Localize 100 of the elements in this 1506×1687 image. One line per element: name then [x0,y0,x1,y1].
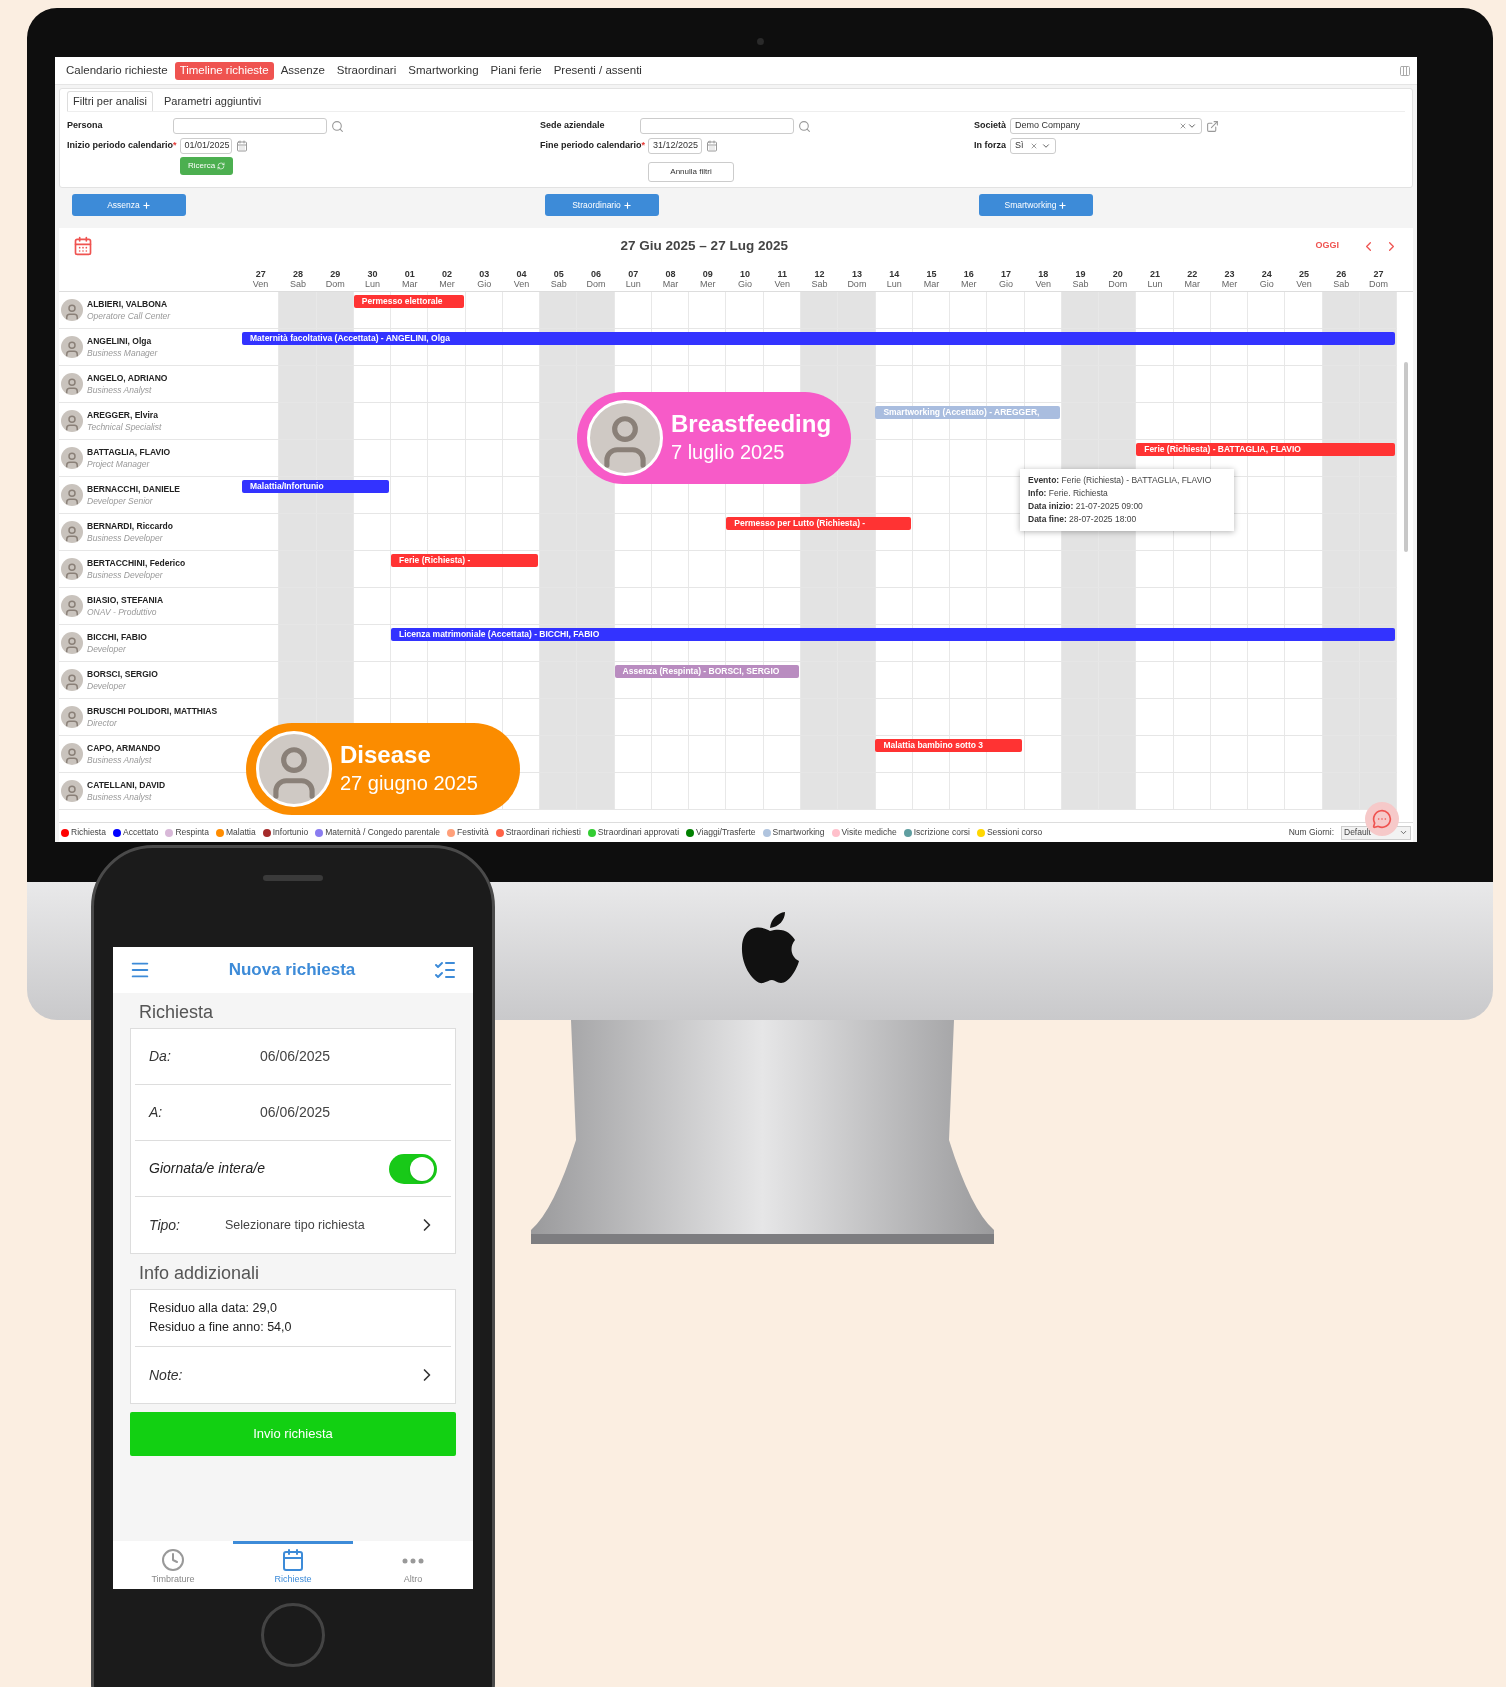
tab[interactable]: Smartworking [403,61,484,80]
day-name: Sab [1333,279,1350,289]
date-field[interactable]: 01/01/2025 [179,138,232,154]
employee-role: Business Analyst [87,754,153,766]
search-icon[interactable] [798,119,811,133]
callout-title: Disease [340,741,432,769]
day-name: Lun [625,279,641,289]
caret-icon[interactable] [1041,141,1051,151]
avatar [61,373,83,395]
day-number: 01 [404,269,415,279]
day-name: Ven [1035,279,1051,289]
field-label: Giornata/e intera/e [149,1159,266,1178]
field-label: Da: [149,1047,172,1066]
employee-role: Operatore Call Center [87,310,171,322]
calendar-icon[interactable] [235,140,248,152]
tab[interactable]: Presenti / assenti [548,61,647,80]
caret-icon[interactable] [1399,828,1408,837]
day-number: 09 [702,269,713,279]
day-number: 23 [1224,269,1235,279]
avatar [61,336,83,358]
caret-icon[interactable] [1187,121,1197,131]
location-field[interactable] [640,118,794,134]
tab[interactable]: Timeline richieste [174,61,274,80]
date-value[interactable]: 06/06/2025 [260,1102,331,1123]
columns-icon[interactable] [1399,64,1411,77]
event-bar[interactable]: Malattia/Infortunio [242,480,390,493]
filter-tab[interactable]: Filtri per analisi [67,91,153,111]
legend-label: Smartworking [772,826,825,839]
home-button[interactable] [261,1603,325,1667]
type-select[interactable]: Selezionare tipo richiesta [225,1215,417,1235]
employee-role: Business Analyst [87,791,153,803]
day-name: Dom [325,279,345,289]
section-title: Richiesta [139,1001,215,1024]
day-name: Mer [1221,279,1238,289]
reset-filters-button[interactable]: Annulla filtri [648,162,734,182]
calendar-icon[interactable] [73,236,93,256]
event-bar[interactable]: Maternità facoltativa (Accettata) - ANGELINI, Olga [242,332,1395,345]
day-number: 26 [1336,269,1347,279]
event-bar[interactable]: Ferie (Richiesta) - [391,554,539,567]
tab[interactable]: Straordinari [331,61,402,80]
employee-role: Developer [87,680,127,692]
event-bar[interactable]: Ferie (Richiesta) - BATTAGLIA, FLAVIO [1136,443,1395,456]
tab[interactable]: Calendario richieste [61,61,173,80]
section-title: Info addizionali [139,1262,261,1285]
employee-name: BERNARDI, Riccardo [87,520,173,532]
clear-icon[interactable] [1030,142,1038,150]
employee-name: BIASIO, STEFANIA [87,594,164,606]
day-name: Dom [1369,279,1389,289]
persona-field[interactable] [173,118,327,134]
employee-name: BRUSCHI POLIDORI, MATTHIAS [87,705,218,717]
day-number: 30 [367,269,378,279]
tab[interactable]: Assenze [275,61,330,80]
nav-tab[interactable]: Timbrature [113,1541,233,1589]
day-number: 07 [628,269,639,279]
event-bar[interactable]: Licenza matrimoniale (Accettata) - BICCHI, FABIO [391,628,1395,641]
calendar-icon[interactable] [706,140,719,152]
scrollbar[interactable] [1404,362,1408,552]
open-icon[interactable] [1206,119,1219,133]
logo-icon [739,911,801,985]
day-name: Sab [811,279,828,289]
plus-icon [141,200,151,210]
search-icon[interactable] [331,119,344,133]
day-number: 08 [665,269,676,279]
avatar [61,299,83,321]
field-label: Persona [67,119,104,133]
day-number: 21 [1150,269,1160,279]
event-bar[interactable]: Malattia bambino sotto 3 [875,739,1023,752]
date-field[interactable]: 31/12/2025 [648,138,703,154]
filter-tab[interactable]: Parametri aggiuntivi [158,91,267,111]
add-button[interactable]: Straordinario [545,194,659,216]
date-value[interactable]: 06/06/2025 [260,1046,331,1067]
avatar [61,558,83,580]
tab[interactable]: Piani ferie [485,61,547,80]
refresh-icon [217,162,226,170]
add-button[interactable]: Assenza [72,194,186,216]
field-label: In forza [974,139,1007,153]
day-number: 10 [740,269,751,279]
day-name: Mar [1184,279,1200,289]
event-bar[interactable]: Permesso per Lutto (Richiesta) - [726,517,911,530]
clock-icon [161,1547,185,1572]
add-button[interactable]: Smartworking [979,194,1093,216]
employee-role: Business Developer [87,532,164,544]
active-select[interactable]: Sì [1010,138,1056,154]
nav-tab[interactable]: Altro [353,1541,473,1589]
day-name: Sab [550,279,567,289]
day-number: 28 [292,269,303,279]
field-label: Società [974,119,1007,133]
day-name: Gio [998,279,1013,289]
day-number: 24 [1261,269,1272,279]
event-bar[interactable]: Permesso elettorale [353,295,464,308]
legend-label: Richiesta [71,826,106,839]
toggle-switch[interactable] [389,1153,437,1184]
employee-name: CAPO, ARMANDO [87,742,161,754]
nav-tab[interactable]: Richieste [233,1541,353,1589]
today-button[interactable]: OGGI [1315,239,1339,253]
employee-name: BERTACCHINI, Federico [87,557,186,569]
company-select[interactable]: Demo Company [1010,118,1202,134]
clear-icon[interactable] [1179,122,1187,130]
callout-date: 27 giugno 2025 [340,771,478,796]
employee-role: Developer Senior [87,495,154,507]
